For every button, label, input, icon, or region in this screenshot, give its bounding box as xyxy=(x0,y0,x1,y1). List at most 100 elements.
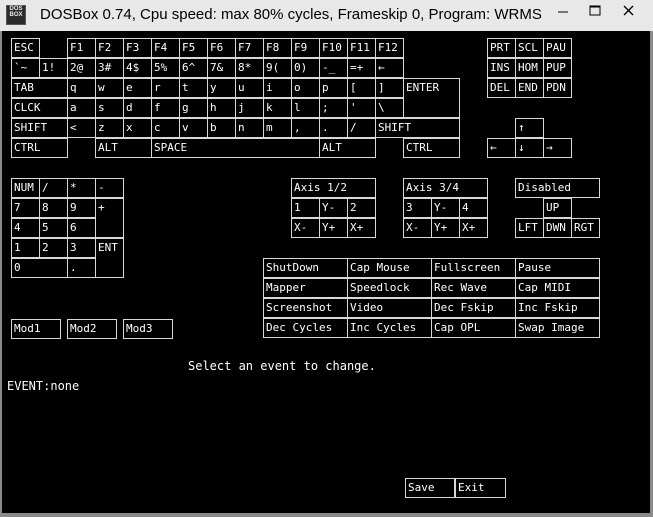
numpad-5[interactable]: 5 xyxy=(39,218,68,238)
key-end[interactable]: END xyxy=(515,78,544,98)
event-cap-opl[interactable]: Cap OPL xyxy=(431,318,516,338)
key-r[interactable]: r xyxy=(151,78,180,98)
key-space[interactable]: SPACE xyxy=(151,138,320,158)
joy-button-3[interactable]: 3 xyxy=(403,198,432,218)
key-ins[interactable]: INS xyxy=(487,58,516,78)
numpad-3[interactable]: 3 xyxy=(67,238,96,258)
exit-button[interactable]: Exit xyxy=(455,478,506,498)
event-video[interactable]: Video xyxy=(347,298,432,318)
key-w[interactable]: w xyxy=(95,78,124,98)
key-f12[interactable]: F12 xyxy=(375,38,404,58)
key-pup[interactable]: PUP xyxy=(543,58,572,78)
key-f8[interactable]: F8 xyxy=(263,38,292,58)
key-grave[interactable]: `~ xyxy=(11,58,40,78)
key-5[interactable]: 5% xyxy=(151,58,180,78)
key-comma[interactable]: , xyxy=(291,118,320,138)
key-less-than[interactable]: < xyxy=(67,118,96,138)
key-j[interactable]: j xyxy=(235,98,264,118)
title-bar[interactable]: DOS BOX DOSBox 0.74, Cpu speed: max 80% … xyxy=(0,0,653,31)
key-del[interactable]: DEL xyxy=(487,78,516,98)
joy-button-1[interactable]: 1 xyxy=(291,198,320,218)
joy-axis1-x-minus[interactable]: X- xyxy=(291,218,320,238)
key-f9[interactable]: F9 xyxy=(291,38,320,58)
joy-hat-down[interactable]: DWN xyxy=(543,218,572,238)
key-semicolon[interactable]: ; xyxy=(319,98,348,118)
event-shutdown[interactable]: ShutDown xyxy=(263,258,348,278)
key-f4[interactable]: F4 xyxy=(151,38,180,58)
minimize-button[interactable] xyxy=(548,0,578,22)
key-right-bracket[interactable]: ] xyxy=(375,78,404,98)
key-caps-lock[interactable]: CLCK xyxy=(11,98,68,118)
key-1[interactable]: 1! xyxy=(39,58,68,78)
key-right-ctrl[interactable]: CTRL xyxy=(403,138,460,158)
numpad-4[interactable]: 4 xyxy=(11,218,40,238)
key-9[interactable]: 9( xyxy=(263,58,292,78)
event-cap-midi[interactable]: Cap MIDI xyxy=(515,278,600,298)
joy-axis2-y-minus[interactable]: Y- xyxy=(431,198,460,218)
key-f1[interactable]: F1 xyxy=(67,38,96,58)
key-tab[interactable]: TAB xyxy=(11,78,68,98)
key-v[interactable]: v xyxy=(179,118,208,138)
key-4[interactable]: 4$ xyxy=(123,58,152,78)
numpad-8[interactable]: 8 xyxy=(39,198,68,218)
key-left-shift[interactable]: SHIFT xyxy=(11,118,68,138)
key-enter[interactable]: ENTER xyxy=(403,78,460,118)
event-cap-mouse[interactable]: Cap Mouse xyxy=(347,258,432,278)
numpad-minus[interactable]: - xyxy=(95,178,124,198)
key-left-arrow[interactable]: ← xyxy=(487,138,516,158)
key-l[interactable]: l xyxy=(291,98,320,118)
numpad-9[interactable]: 9 xyxy=(67,198,96,218)
key-t[interactable]: t xyxy=(179,78,208,98)
key-6[interactable]: 6^ xyxy=(179,58,208,78)
joystick-axis-1-2[interactable]: Axis 1/2 xyxy=(291,178,376,198)
key-2[interactable]: 2@ xyxy=(67,58,96,78)
key-up-arrow[interactable]: ↑ xyxy=(515,118,544,138)
key-backspace[interactable]: ← xyxy=(375,58,404,78)
key-i[interactable]: i xyxy=(263,78,292,98)
key-d[interactable]: d xyxy=(123,98,152,118)
key-s[interactable]: s xyxy=(95,98,124,118)
numpad-1[interactable]: 1 xyxy=(11,238,40,258)
event-pause[interactable]: Pause xyxy=(515,258,600,278)
key-f7[interactable]: F7 xyxy=(235,38,264,58)
key-u[interactable]: u xyxy=(235,78,264,98)
numpad-0[interactable]: 0 xyxy=(11,258,68,278)
key-x[interactable]: x xyxy=(123,118,152,138)
joy-hat-disabled[interactable]: Disabled xyxy=(515,178,600,198)
key-y[interactable]: y xyxy=(207,78,236,98)
numpad-6[interactable]: 6 xyxy=(67,218,96,238)
key-left-alt[interactable]: ALT xyxy=(95,138,152,158)
modifier-mod3[interactable]: Mod3 xyxy=(123,319,173,339)
joy-hat-up[interactable]: UP xyxy=(543,198,572,218)
key-f[interactable]: f xyxy=(151,98,180,118)
key-scl[interactable]: SCL xyxy=(515,38,544,58)
key-o[interactable]: o xyxy=(291,78,320,98)
numpad-num-lock[interactable]: NUM xyxy=(11,178,40,198)
close-button[interactable] xyxy=(610,0,648,22)
key-k[interactable]: k xyxy=(263,98,292,118)
dosbox-app-icon[interactable]: DOS BOX xyxy=(6,5,26,25)
modifier-mod2[interactable]: Mod2 xyxy=(67,319,117,339)
numpad-multiply[interactable]: * xyxy=(67,178,96,198)
joy-hat-right[interactable]: RGT xyxy=(571,218,600,238)
key-f3[interactable]: F3 xyxy=(123,38,152,58)
key-right-arrow[interactable]: → xyxy=(543,138,572,158)
key-f6[interactable]: F6 xyxy=(207,38,236,58)
joy-axis1-y-minus[interactable]: Y- xyxy=(319,198,348,218)
numpad-enter[interactable]: ENT xyxy=(95,238,124,278)
key-q[interactable]: q xyxy=(67,78,96,98)
modifier-mod1[interactable]: Mod1 xyxy=(11,319,61,339)
event-speedlock[interactable]: Speedlock xyxy=(347,278,432,298)
key-g[interactable]: g xyxy=(179,98,208,118)
key-equals[interactable]: =+ xyxy=(347,58,376,78)
joystick-axis-3-4[interactable]: Axis 3/4 xyxy=(403,178,488,198)
event-dec-fskip[interactable]: Dec Fskip xyxy=(431,298,516,318)
key-e[interactable]: e xyxy=(123,78,152,98)
event-swap-image[interactable]: Swap Image xyxy=(515,318,600,338)
numpad-7[interactable]: 7 xyxy=(11,198,40,218)
key-prt[interactable]: PRT xyxy=(487,38,516,58)
key-h[interactable]: h xyxy=(207,98,236,118)
numpad-divide[interactable]: / xyxy=(39,178,68,198)
key-f10[interactable]: F10 xyxy=(319,38,348,58)
key-quote[interactable]: ' xyxy=(347,98,376,118)
